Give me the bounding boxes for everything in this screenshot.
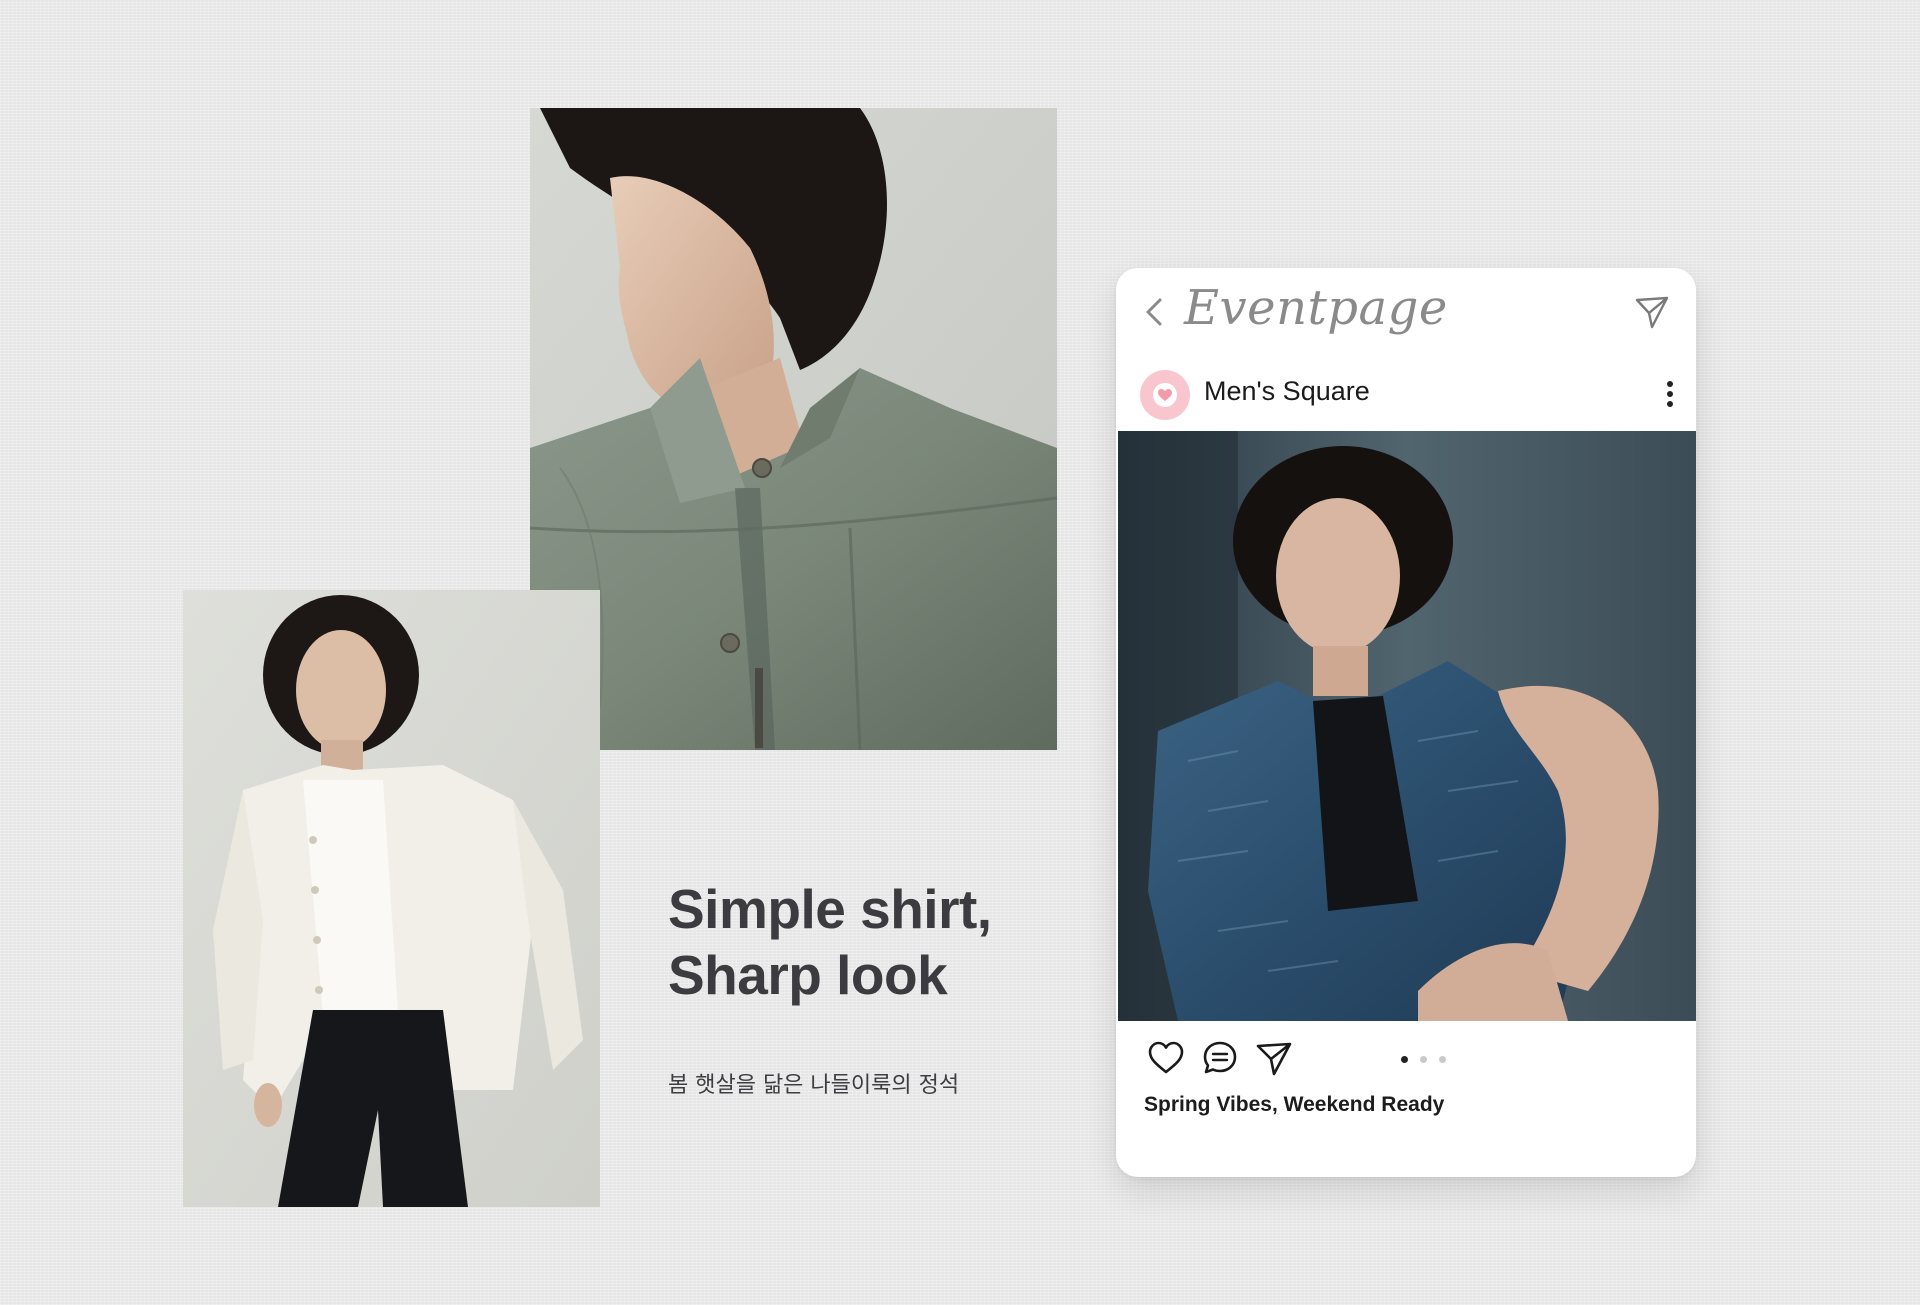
heart-icon xyxy=(1153,383,1177,407)
jacket-photo-illustration xyxy=(530,108,1057,750)
carousel-dot[interactable] xyxy=(1420,1056,1427,1063)
promo-headline: Simple shirt, Sharp look xyxy=(668,876,1088,1008)
more-vertical-icon[interactable] xyxy=(1662,376,1678,412)
comment-icon[interactable] xyxy=(1200,1038,1240,1078)
headline-line-1: Simple shirt, xyxy=(668,878,992,940)
post-caption: Spring Vibes, Weekend Ready xyxy=(1144,1093,1445,1116)
avatar[interactable] xyxy=(1140,370,1190,420)
paper-plane-icon[interactable] xyxy=(1634,294,1670,330)
account-name[interactable]: Men's Square xyxy=(1204,376,1370,407)
paper-plane-icon[interactable] xyxy=(1254,1038,1294,1078)
headline-line-2: Sharp look xyxy=(668,944,948,1006)
jacket-photo xyxy=(530,108,1057,750)
promo-subcopy: 봄 햇살을 닮은 나들이룩의 정석 xyxy=(668,1073,960,1098)
carousel-indicator xyxy=(1401,1056,1446,1063)
cardigan-photo-illustration xyxy=(183,590,600,1207)
post-header xyxy=(1116,358,1696,428)
post-image-illustration xyxy=(1118,431,1696,1021)
cardigan-photo xyxy=(183,590,600,1207)
carousel-dot[interactable] xyxy=(1439,1056,1446,1063)
chevron-left-icon[interactable] xyxy=(1140,292,1170,332)
carousel-dot-active[interactable] xyxy=(1401,1056,1408,1063)
page-title: Eventpage xyxy=(1184,280,1448,336)
heart-icon[interactable] xyxy=(1146,1038,1186,1078)
post-image[interactable] xyxy=(1118,431,1696,1021)
event-page-card: Eventpage Men's Square Spring Vibes, Wee… xyxy=(1116,268,1696,1177)
